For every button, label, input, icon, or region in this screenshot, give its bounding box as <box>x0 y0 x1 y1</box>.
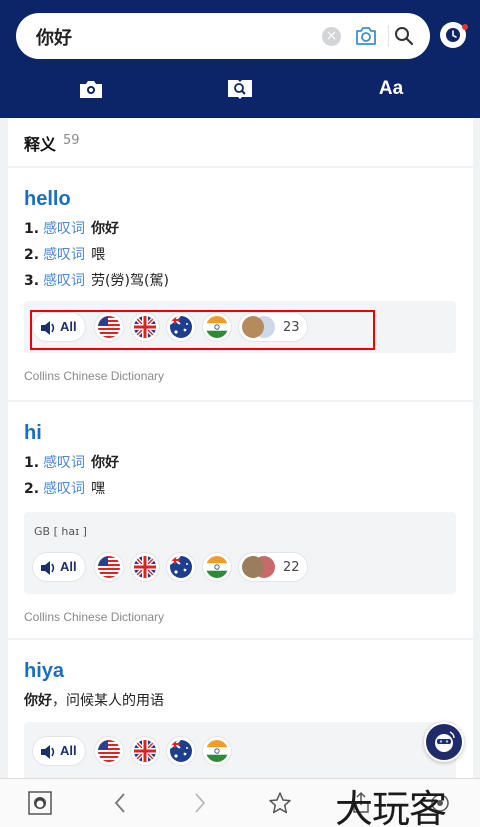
notification-dot <box>462 24 468 30</box>
sense-number: 1. <box>24 455 40 471</box>
watermark-text: 大玩客 <box>335 787 447 827</box>
results-list: 释义 59 hello 1. 感叹词 你好 2. 感叹词喂 3. 感叹词 劳(勞)驾(駕)… <box>8 118 473 778</box>
uk-flag-button[interactable] <box>130 736 160 766</box>
sense-text: 你好 <box>91 221 120 237</box>
search-input[interactable]: 你好 <box>36 24 72 50</box>
star-icon[interactable] <box>268 791 292 819</box>
play-all-label: All <box>60 743 77 758</box>
uk-flag-icon <box>134 556 156 578</box>
australia-flag-icon <box>170 740 192 762</box>
sense-row: 2. 感叹词嘿 <box>24 478 105 498</box>
speaker-icon <box>40 744 58 764</box>
clear-icon[interactable]: × <box>322 27 341 46</box>
search-icon[interactable] <box>394 26 414 50</box>
pronunciation-box: GB [ haɪ ] All 22 <box>24 512 456 594</box>
india-flag-button[interactable] <box>202 736 232 766</box>
speaker-icon <box>40 560 58 580</box>
play-all-button[interactable]: All <box>32 736 86 766</box>
entry-word[interactable]: hi <box>24 422 42 445</box>
us-flag-icon <box>98 556 120 578</box>
sense-number: 2. <box>24 247 40 263</box>
entry-word[interactable]: hello <box>24 188 71 211</box>
sense-row: 2. 感叹词喂 <box>24 244 105 264</box>
sense-text: 嘿 <box>91 481 106 497</box>
more-speakers-button[interactable]: 22 <box>238 552 308 582</box>
definition-rest: ，问候某人的用语 <box>52 693 164 709</box>
tab-text-size[interactable]: Aa <box>376 76 406 102</box>
uk-flag-button[interactable] <box>130 552 160 582</box>
entry-card-hiya[interactable]: hiya 你好，问候某人的用语 All <box>8 640 473 778</box>
dictionary-source: Collins Chinese Dictionary <box>24 610 165 624</box>
us-flag-icon <box>98 740 120 762</box>
search-divider <box>388 25 389 47</box>
definition-bold: 你好 <box>24 693 52 709</box>
speaker-avatar <box>242 556 264 578</box>
australia-flag-button[interactable] <box>166 736 196 766</box>
tab-photo-camera-icon[interactable] <box>76 76 106 102</box>
us-flag-button[interactable] <box>94 552 124 582</box>
forward-arrow-icon[interactable] <box>192 791 208 819</box>
tab-picture-dictionary-icon[interactable] <box>225 76 255 102</box>
sense-number: 3. <box>24 273 40 289</box>
section-title: 释义 <box>24 135 57 154</box>
entry-card-hello[interactable]: hello 1. 感叹词 你好 2. 感叹词喂 3. 感叹词 劳(勞)驾(駕) All 2… <box>8 168 473 400</box>
sense-number: 2. <box>24 481 40 497</box>
sense-row: 1. 感叹词 你好 <box>24 218 119 238</box>
play-all-label: All <box>60 559 77 574</box>
sense-number: 1. <box>24 221 40 237</box>
section-header: 释义 59 <box>8 118 473 166</box>
pronunciation-box: All <box>24 722 456 778</box>
tab-aa-label: Aa <box>378 78 404 99</box>
entry-word[interactable]: hiya <box>24 660 64 683</box>
australia-flag-button[interactable] <box>166 552 196 582</box>
play-all-button[interactable]: All <box>32 552 86 582</box>
india-flag-icon <box>206 556 228 578</box>
sense-row: 1. 感叹词 你好 <box>24 452 119 472</box>
avatar-icon[interactable] <box>28 791 52 819</box>
sense-text: 你好 <box>91 455 120 471</box>
dictionary-source: Collins Chinese Dictionary <box>24 369 165 383</box>
sense-text: 喂 <box>91 247 106 263</box>
part-of-speech[interactable]: 感叹词 <box>43 221 85 237</box>
sense-row: 3. 感叹词 劳(勞)驾(駕) <box>24 270 169 290</box>
phonetic-text: GB [ haɪ ] <box>34 525 87 538</box>
india-flag-button[interactable] <box>202 552 232 582</box>
section-count: 59 <box>63 133 80 148</box>
more-speakers-count: 22 <box>283 560 300 575</box>
part-of-speech[interactable]: 感叹词 <box>43 247 85 263</box>
app-header: 你好 × Aa <box>0 0 480 118</box>
back-arrow-icon[interactable] <box>112 791 128 819</box>
part-of-speech[interactable]: 感叹词 <box>43 273 85 289</box>
uk-flag-icon <box>134 740 156 762</box>
australia-flag-icon <box>170 556 192 578</box>
assistant-float-button[interactable] <box>424 722 464 762</box>
part-of-speech[interactable]: 感叹词 <box>43 455 85 471</box>
annotation-highlight-box <box>30 310 375 350</box>
definition-text: 你好，问候某人的用语 <box>24 690 164 710</box>
part-of-speech[interactable]: 感叹词 <box>43 481 85 497</box>
entry-card-hi[interactable]: hi 1. 感叹词 你好 2. 感叹词嘿 GB [ haɪ ] All 22 Coll… <box>8 402 473 638</box>
search-box[interactable]: 你好 × <box>16 13 430 59</box>
sense-text: 劳(勞)驾(駕) <box>91 273 169 289</box>
india-flag-icon <box>206 740 228 762</box>
camera-search-icon[interactable] <box>354 25 378 51</box>
us-flag-button[interactable] <box>94 736 124 766</box>
